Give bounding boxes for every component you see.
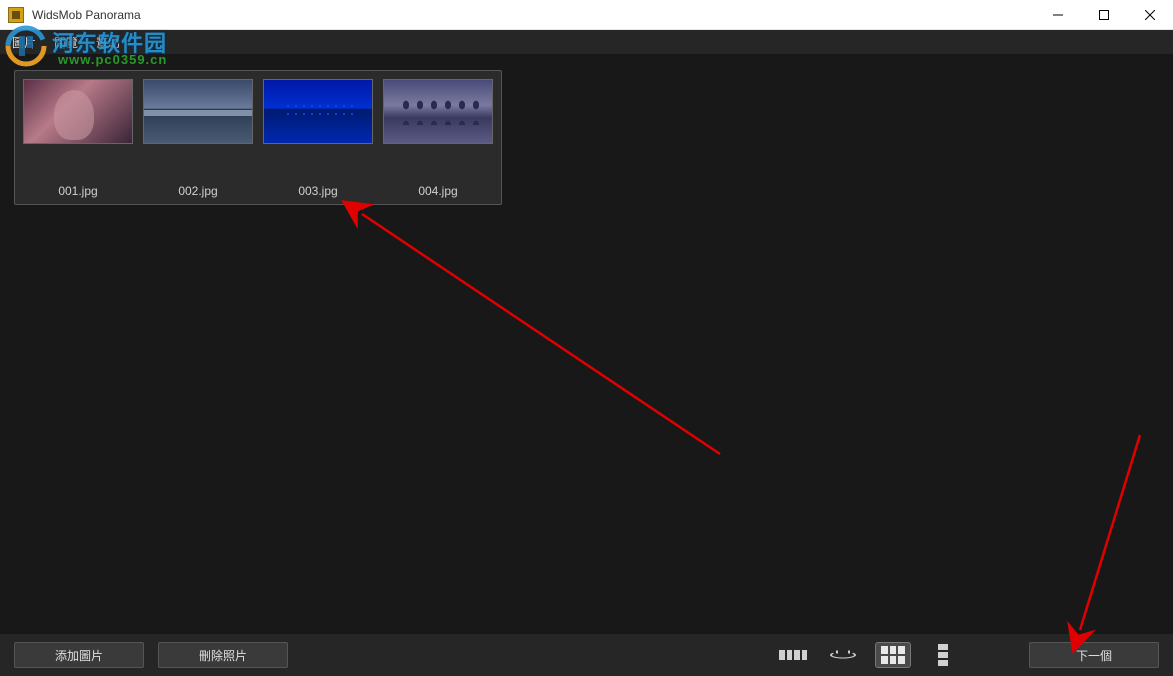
tile-stitch-icon <box>881 646 905 664</box>
app-icon <box>8 7 24 23</box>
thumbnail-filename: 001.jpg <box>58 184 97 198</box>
mode-360-button[interactable] <box>825 642 861 668</box>
remove-image-button[interactable]: 刪除照片 <box>158 642 288 668</box>
thumbnail-item[interactable]: 002.jpg <box>143 79 253 198</box>
add-image-button[interactable]: 添加圖片 <box>14 642 144 668</box>
thumbnail-image <box>383 79 493 144</box>
horizontal-stitch-icon <box>779 650 807 660</box>
workspace: 001.jpg 002.jpg 003.jpg 004.jpg <box>0 54 1173 634</box>
thumbnail-item[interactable]: 001.jpg <box>23 79 133 198</box>
vertical-stitch-icon <box>938 644 948 666</box>
panorama-360-icon <box>830 652 856 659</box>
thumbnail-filename: 004.jpg <box>418 184 457 198</box>
thumbnail-filename: 002.jpg <box>178 184 217 198</box>
menu-bar: 圖片 閱覽 幫助 <box>0 30 1173 54</box>
menu-help[interactable]: 幫助 <box>96 34 120 51</box>
thumbnail-item[interactable]: 004.jpg <box>383 79 493 198</box>
stitch-mode-group <box>775 642 961 668</box>
window-title: WidsMob Panorama <box>32 8 141 22</box>
menu-file[interactable]: 圖片 <box>12 34 36 51</box>
menu-view[interactable]: 閱覽 <box>54 34 78 51</box>
mode-tile-button[interactable] <box>875 642 911 668</box>
annotation-arrow <box>350 204 750 469</box>
window-titlebar: WidsMob Panorama <box>0 0 1173 30</box>
thumbnail-strip: 001.jpg 002.jpg 003.jpg 004.jpg <box>14 70 502 205</box>
thumbnail-image <box>143 79 253 144</box>
thumbnail-filename: 003.jpg <box>298 184 337 198</box>
thumbnail-image <box>23 79 133 144</box>
bottom-toolbar: 添加圖片 刪除照片 下一個 <box>0 634 1173 676</box>
next-button[interactable]: 下一個 <box>1029 642 1159 668</box>
window-controls <box>1035 0 1173 29</box>
minimize-button[interactable] <box>1035 0 1081 29</box>
mode-horizontal-button[interactable] <box>775 642 811 668</box>
mode-vertical-button[interactable] <box>925 642 961 668</box>
close-button[interactable] <box>1127 0 1173 29</box>
maximize-button[interactable] <box>1081 0 1127 29</box>
thumbnail-image <box>263 79 373 144</box>
thumbnail-item[interactable]: 003.jpg <box>263 79 373 198</box>
